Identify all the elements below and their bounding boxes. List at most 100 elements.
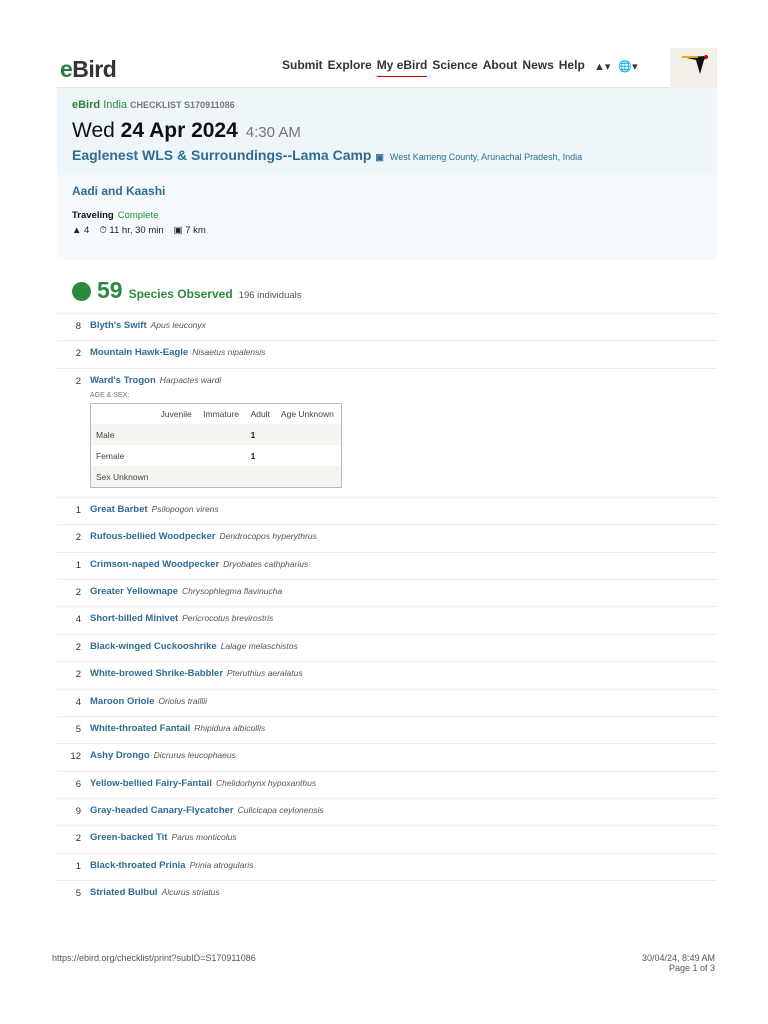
species-scientific-name: Psilopogon virens (151, 503, 219, 514)
species-scientific-name: Rhipidura albicollis (194, 722, 266, 733)
age-sex-row: Male 1 (90, 424, 342, 446)
distance-icon: ▣ (173, 225, 183, 236)
species-common-name[interactable]: Blyth's Swift (90, 320, 147, 331)
species-scientific-name: Chelidorhynx hypoxanthus (215, 777, 317, 788)
species-scientific-name: Culicicapa ceylonensis (237, 805, 324, 816)
nav-help[interactable]: Help (559, 58, 585, 77)
nav-about[interactable]: About (483, 58, 518, 77)
species-common-name[interactable]: Striated Bulbul (90, 887, 158, 898)
species-scientific-name: Pteruthius aeralatus (227, 668, 303, 679)
species-count: 6 (75, 778, 81, 790)
species-row: 2 White-browed Shrike-Babbler Pteruthius a… (57, 661, 717, 688)
species-count: 5 (75, 723, 81, 735)
species-common-name[interactable]: Mountain Hawk-Eagle (90, 347, 188, 358)
species-common-name[interactable]: Green-backed Tit (90, 832, 167, 843)
age-sex-cell (276, 466, 342, 487)
species-scientific-name: Oriolus traillii (158, 695, 208, 706)
age-sex-cell (156, 466, 199, 487)
species-count: 2 (75, 348, 81, 360)
species-common-name[interactable]: Ward's Trogon (90, 375, 156, 386)
cornell-lab-logo[interactable] (670, 48, 717, 88)
age-sex-cell (198, 424, 245, 445)
checklist-details: Aadi and Kaashi Traveling Complete ▲ 4 ⏱ … (57, 175, 717, 260)
observers[interactable]: Aadi and Kaashi (72, 184, 165, 198)
species-count: 9 (75, 806, 81, 818)
ebird-logo[interactable]: eBird (60, 56, 117, 83)
age-sex-cell (276, 445, 342, 466)
species-row: 9 Gray-headed Canary-Flycatcher Culicicapa… (57, 798, 717, 825)
species-common-name[interactable]: Gray-headed Canary-Flycatcher (90, 805, 234, 816)
species-scientific-name: Parus monticolus (171, 832, 237, 843)
age-sex-cell (198, 466, 245, 487)
species-scientific-name: Alcurus striatus (161, 887, 220, 898)
species-count: 1 (75, 559, 81, 571)
map-icon[interactable]: ▣ (375, 152, 384, 162)
age-sex-table: Juvenile Immature Adult Age Unknown Male 1 Fem… (90, 402, 342, 488)
species-common-name[interactable]: Short-billed Minivet (90, 613, 178, 624)
species-common-name[interactable]: Crimson-naped Woodpecker (90, 559, 219, 570)
species-observed-icon (72, 282, 91, 301)
complete-status: Complete (117, 210, 159, 221)
nav-my-ebird[interactable]: My eBird (376, 58, 428, 77)
species-count: 2 (75, 375, 81, 387)
species-common-name[interactable]: White-browed Shrike-Babbler (90, 668, 223, 679)
species-common-name[interactable]: Ashy Drongo (90, 750, 150, 761)
age-sex-cell (156, 445, 199, 466)
nav-news[interactable]: News (522, 58, 553, 77)
species-row: 4 Maroon Oriole Oriolus traillii (57, 688, 717, 716)
age-sex-cell: Female (96, 450, 125, 461)
party-size-icon: ▲ (72, 225, 82, 236)
age-col-header: Adult (250, 409, 270, 420)
nav-submit[interactable]: Submit (282, 58, 323, 77)
age-sex-cell: 1 (250, 429, 256, 440)
species-row: 2 Green-backed Tit Parus monticolus (57, 825, 717, 852)
checklist-id: CHECKLIST S170911086 (130, 100, 235, 110)
species-count: 2 (75, 586, 81, 598)
language-globe-icon[interactable]: 🌐▾ (618, 60, 637, 73)
checklist-header: eBird India CHECKLIST S170911086 Wed 24 A… (57, 88, 717, 175)
species-common-name[interactable]: Rufous-bellied Woodpecker (90, 531, 215, 542)
species-row: 6 Yellow-bellied Fairy-Fantail Chelidorhyn… (57, 770, 717, 798)
species-row: 12 Ashy Drongo Dicrurus leucophaeus (57, 743, 717, 770)
species-row: 2 Rufous-bellied Woodpecker Dendrocopos hy… (57, 524, 717, 551)
age-col-header (91, 403, 156, 424)
age-sex-cell (276, 424, 342, 445)
age-sex-row: Female 1 (91, 445, 342, 466)
age-sex-cell: Male (96, 429, 115, 440)
species-count: 4 (75, 614, 81, 626)
species-row: 1 Great Barbet Psilopogon virens (57, 496, 717, 524)
species-count: 2 (75, 641, 81, 653)
species-common-name[interactable]: Yellow-bellied Fairy-Fantail (90, 778, 212, 789)
species-count: 1 (75, 860, 81, 872)
nav-science[interactable]: Science (432, 58, 477, 77)
species-row: 4 Short-billed Minivet Pericrocotus brevir… (57, 606, 717, 633)
species-common-name[interactable]: Greater Yellownape (90, 586, 178, 597)
species-row: 5 White-throated Fantail Rhipidura albicol… (57, 715, 717, 743)
nav-explore[interactable]: Explore (328, 58, 372, 77)
species-row: 2 Mountain Hawk-Eagle Nisaetus nipalensis (57, 340, 717, 367)
age-col-header: Age Unknown (280, 409, 334, 420)
main-nav: Submit Explore My eBird Science About News Hel… (282, 58, 585, 77)
species-count: 2 (75, 532, 81, 544)
species-common-name[interactable]: Black-throated Prinia (90, 860, 186, 871)
species-row: 8 Blyth's Swift Apus leuconyx (57, 313, 717, 340)
species-scientific-name: Nisaetus nipalensis (192, 347, 266, 358)
species-scientific-name: Lalage melaschistos (220, 640, 298, 651)
location-link[interactable]: Eaglenest WLS & Surroundings--Lama Camp (72, 147, 371, 163)
species-scientific-name: Pericrocotus brevirostris (182, 613, 274, 624)
age-sex-cell (198, 445, 245, 466)
species-scientific-name: Apus leuconyx (150, 320, 206, 330)
species-common-name[interactable]: Black-winged Cuckooshrike (90, 641, 217, 652)
species-common-name[interactable]: Maroon Oriole (90, 696, 154, 707)
species-scientific-name: Dicrurus leucophaeus (153, 750, 236, 761)
species-count: 1 (75, 504, 81, 516)
species-count: 4 (75, 696, 81, 708)
region-link[interactable]: West Kameng County, Arunachal Pradesh, I… (390, 152, 582, 162)
species-row: 2 Ward's Trogon Harpactes wardi AGE & SEX: J… (57, 367, 717, 497)
species-common-name[interactable]: White-throated Fantail (90, 723, 190, 734)
species-scientific-name: Dryobates cathpharius (223, 558, 309, 569)
account-menu-icon[interactable]: ▲▾ (594, 60, 610, 73)
species-scientific-name: Harpactes wardi (159, 374, 222, 385)
age-sex-cell: Sex Unknown (96, 471, 149, 482)
species-common-name[interactable]: Great Barbet (90, 504, 148, 515)
